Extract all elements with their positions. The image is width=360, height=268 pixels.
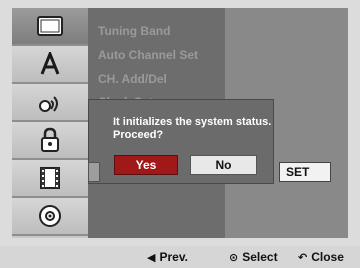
sidebar-item-picture[interactable]: [12, 8, 88, 46]
sidebar-item-lock[interactable]: [12, 122, 88, 160]
select-hint[interactable]: ⊙ Select: [229, 250, 278, 264]
prev-hint[interactable]: ◀ Prev.: [147, 250, 188, 264]
disc-icon: [39, 205, 61, 227]
select-label: Select: [242, 250, 278, 264]
sidebar-item-recording[interactable]: [12, 160, 88, 198]
left-arrow-icon: ◀: [147, 251, 156, 264]
sidebar: [12, 8, 90, 238]
prev-label: Prev.: [159, 250, 188, 264]
no-button[interactable]: No: [190, 155, 257, 175]
yes-button[interactable]: Yes: [114, 155, 178, 175]
select-circle-icon: ⊙: [229, 251, 239, 264]
dialog-left-edge: [88, 162, 100, 182]
close-label: Close: [311, 250, 344, 264]
dialog-message: It initializes the system status. Procee…: [113, 116, 272, 141]
menu-item-ch-add-del[interactable]: CH. Add/Del: [98, 72, 167, 86]
bottom-hint-bar: ◀ Prev. ⊙ Select ↶ Close: [0, 246, 360, 268]
menu-item-tuning-band[interactable]: Tuning Band: [98, 24, 170, 38]
film-icon: [40, 167, 60, 189]
tv-screen-icon: [37, 16, 63, 36]
letter-a-icon: [40, 52, 60, 75]
audio-icon: [39, 96, 58, 112]
sidebar-item-disc[interactable]: [12, 198, 88, 236]
set-button[interactable]: SET: [279, 162, 331, 182]
lock-icon: [41, 127, 59, 152]
setup-screen: Tuning Band Auto Channel Set CH. Add/Del…: [0, 0, 360, 268]
menu-item-auto-channel-set[interactable]: Auto Channel Set: [98, 48, 198, 62]
sidebar-item-language[interactable]: [12, 46, 88, 84]
return-arrow-icon: ↶: [298, 251, 308, 264]
close-hint[interactable]: ↶ Close: [298, 250, 344, 264]
sidebar-item-audio[interactable]: [12, 84, 88, 122]
